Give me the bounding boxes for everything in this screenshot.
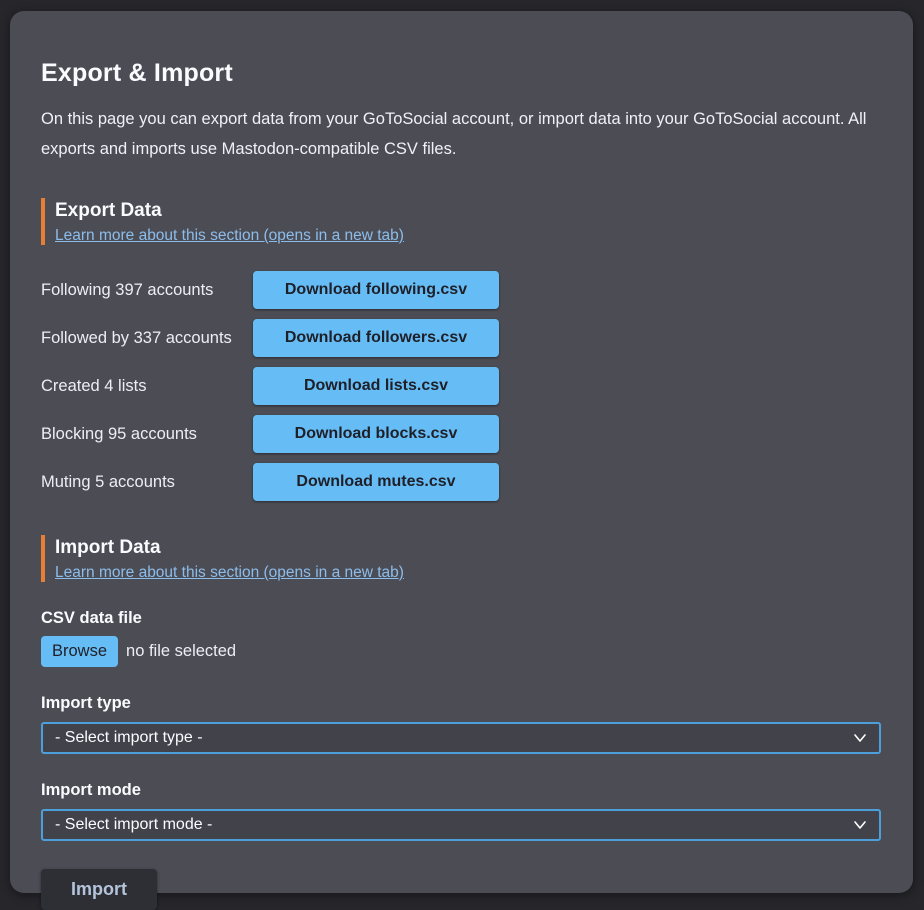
lists-count-label: Created 4 lists: [41, 377, 253, 396]
import-button[interactable]: Import: [41, 869, 157, 910]
import-type-selected-value: - Select import type -: [55, 729, 203, 747]
download-blocks-button[interactable]: Download blocks.csv: [253, 415, 499, 453]
page-title: Export & Import: [41, 59, 882, 88]
file-status-text: no file selected: [126, 642, 236, 661]
export-learn-more-link[interactable]: Learn more about this section (opens in …: [55, 227, 404, 245]
download-mutes-button[interactable]: Download mutes.csv: [253, 463, 499, 501]
following-count-label: Following 397 accounts: [41, 281, 253, 300]
import-learn-more-link[interactable]: Learn more about this section (opens in …: [55, 564, 404, 582]
import-type-select[interactable]: - Select import type -: [41, 722, 881, 754]
chevron-down-icon: [853, 820, 867, 830]
table-row: Muting 5 accounts Download mutes.csv: [41, 463, 882, 501]
table-row: Blocking 95 accounts Download blocks.csv: [41, 415, 882, 453]
export-section-heading: Export Data: [55, 198, 882, 224]
import-mode-select[interactable]: - Select import mode -: [41, 809, 881, 841]
chevron-down-icon: [853, 733, 867, 743]
browse-button[interactable]: Browse: [41, 636, 118, 667]
download-followers-button[interactable]: Download followers.csv: [253, 319, 499, 357]
download-following-button[interactable]: Download following.csv: [253, 271, 499, 309]
csv-file-label: CSV data file: [41, 609, 882, 628]
table-row: Created 4 lists Download lists.csv: [41, 367, 882, 405]
import-section-heading: Import Data: [55, 535, 882, 561]
export-section-header: Export Data Learn more about this sectio…: [41, 198, 882, 245]
import-form: CSV data file Browse no file selected Im…: [41, 609, 882, 910]
page-description: On this page you can export data from yo…: [41, 104, 882, 164]
import-mode-label: Import mode: [41, 781, 882, 800]
import-type-label: Import type: [41, 694, 882, 713]
import-mode-selected-value: - Select import mode -: [55, 816, 212, 834]
followers-count-label: Followed by 337 accounts: [41, 329, 253, 348]
export-import-panel: Export & Import On this page you can exp…: [10, 11, 913, 893]
blocks-count-label: Blocking 95 accounts: [41, 425, 253, 444]
export-rows: Following 397 accounts Download followin…: [41, 271, 882, 501]
download-lists-button[interactable]: Download lists.csv: [253, 367, 499, 405]
csv-file-input: Browse no file selected: [41, 636, 882, 667]
import-section-header: Import Data Learn more about this sectio…: [41, 535, 882, 582]
table-row: Followed by 337 accounts Download follow…: [41, 319, 882, 357]
table-row: Following 397 accounts Download followin…: [41, 271, 882, 309]
mutes-count-label: Muting 5 accounts: [41, 473, 253, 492]
